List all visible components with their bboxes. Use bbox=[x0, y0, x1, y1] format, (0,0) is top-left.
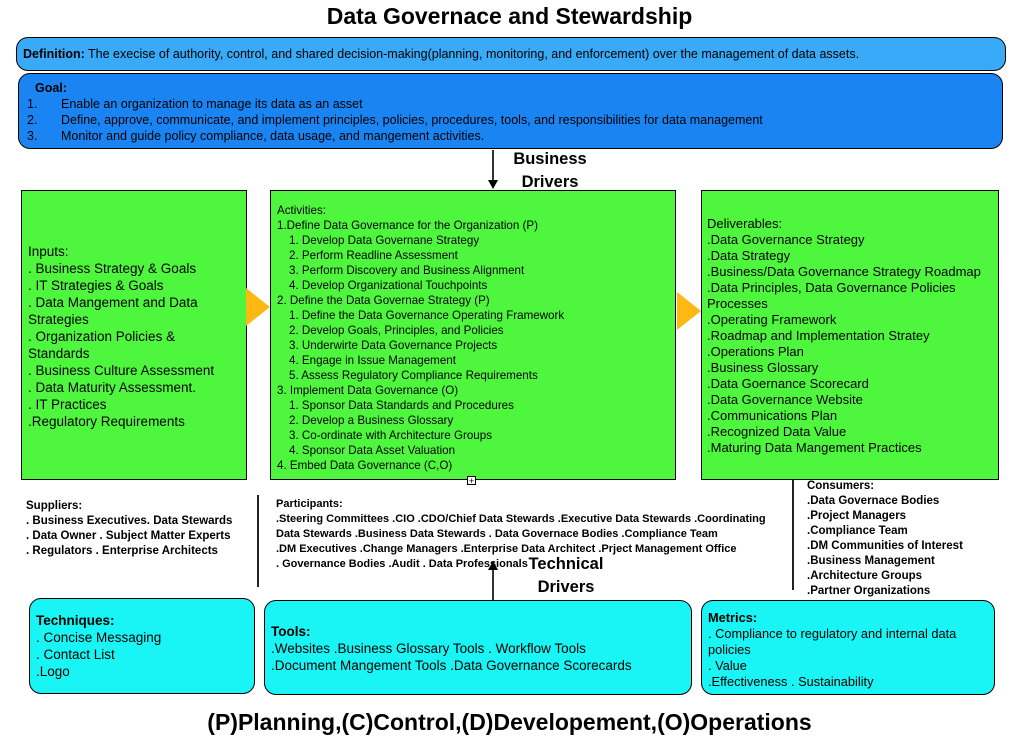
deliverables-item: .Business Glossary bbox=[707, 360, 819, 375]
activity-item: 1.Define Data Governance for the Organiz… bbox=[277, 219, 538, 232]
goal-item: 1. Enable an organization to manage its d… bbox=[27, 97, 363, 111]
deliverables-item: .Communications Plan bbox=[707, 408, 838, 423]
activity-subitem: 2. Develop Goals, Principles, and Polici… bbox=[289, 324, 504, 337]
consumers-item: .Compliance Team bbox=[807, 525, 908, 537]
consumers-list: .Data Governace Bodies .Project Managers.… bbox=[807, 494, 1007, 599]
activity-subitem: 1. Sponsor Data Standards and Procedures bbox=[289, 399, 514, 412]
activity-subitem: 4. Develop Organizational Touchpoints bbox=[289, 279, 488, 292]
activity-item: 2. Define the Data Governae Strategy (P) bbox=[277, 294, 490, 307]
deliverables-item: .Roadmap and Implementation Stratey bbox=[707, 328, 930, 343]
business-drivers-arrow bbox=[488, 150, 498, 189]
inputs-item: . IT Strategies & Goals bbox=[28, 278, 164, 293]
activity-subitem: 1. Define the Data Governance Operating … bbox=[289, 309, 565, 322]
metrics-box: Metrics: . Compliance to regulatory and … bbox=[701, 600, 995, 695]
definition-label: Definition: bbox=[23, 47, 85, 61]
inputs-item: . Data Maturity Assessment. bbox=[28, 380, 197, 395]
deliverables-item: .Data Strategy bbox=[707, 248, 791, 263]
deliverables-item: .Data Governance Website bbox=[707, 392, 863, 407]
deliverables-label: Deliverables: bbox=[707, 216, 783, 231]
inputs-list: . Business Strategy & Goals . IT Strategi… bbox=[28, 260, 240, 430]
metrics-line: . Compliance to regulatory and internal … bbox=[708, 626, 957, 657]
deliverables-item: .Recognized Data Value bbox=[707, 424, 847, 439]
activity-subitem: 2. Develop a Business Glossary bbox=[289, 414, 454, 427]
inputs-label: Inputs: bbox=[28, 244, 69, 259]
deliverables-box: Deliverables: .Data Governance Strategy.… bbox=[701, 190, 999, 480]
goal-item: 3. Monitor and guide policy compliance, d… bbox=[27, 129, 485, 143]
techniques-item: . Contact List bbox=[36, 647, 115, 662]
tools-label: Tools: bbox=[271, 624, 311, 639]
consumers-item: .Project Managers bbox=[807, 510, 907, 522]
activity-item: 3. Implement Data Governance (O) bbox=[277, 384, 459, 397]
deliverables-item: .Maturing Data Mangement Practices bbox=[707, 440, 922, 455]
consumers-item: .Data Governace Bodies bbox=[807, 495, 940, 507]
techniques-item: . Concise Messaging bbox=[36, 630, 162, 645]
deliverables-item: .Business/Data Governance Strategy Roadm… bbox=[707, 264, 981, 279]
metrics-line: .Effectiveness . Sustainability bbox=[708, 674, 874, 689]
metrics-line: . Value bbox=[708, 658, 747, 673]
suppliers-label: Suppliers: bbox=[26, 500, 83, 512]
technical-drivers-label: Technical Drivers bbox=[528, 555, 604, 596]
activity-subitem: 1. Develop Data Governane Strategy bbox=[289, 234, 480, 247]
consumers-item: .Architecture Groups bbox=[807, 570, 923, 582]
definition-text: The execise of authority, control, and s… bbox=[88, 47, 860, 61]
techniques-item: .Logo bbox=[36, 664, 70, 679]
suppliers-line: . Data Owner . Subject Matter Experts bbox=[26, 530, 231, 542]
goal-item: 2. Define, approve, communicate, and impl… bbox=[27, 113, 763, 127]
flow-arrow-icon bbox=[677, 292, 701, 330]
expand-icon[interactable]: + bbox=[467, 476, 476, 486]
activities-box: Activities: 1.Define Data Governance for… bbox=[270, 190, 676, 480]
activity-subitem: 3. Co-ordinate with Architecture Groups bbox=[289, 429, 492, 442]
technical-drivers-arrow bbox=[488, 561, 498, 600]
inputs-box: Inputs: . Business Strategy & Goals . IT … bbox=[21, 190, 247, 480]
divider bbox=[257, 495, 259, 587]
suppliers-line: . Regulators . Enterprise Architects bbox=[26, 545, 218, 557]
goal-label: Goal: bbox=[35, 81, 67, 95]
consumers-label: Consumers: bbox=[807, 480, 875, 492]
consumers-item: .Business Management bbox=[807, 555, 935, 567]
business-drivers-label: Business Drivers bbox=[513, 150, 587, 191]
tools-box: Tools: .Websites .Business Glossary Tool… bbox=[264, 600, 692, 695]
deliverables-item: .Data Governance Strategy bbox=[707, 232, 865, 247]
deliverables-list: .Data Governance Strategy .Data Strategy.… bbox=[707, 232, 993, 456]
inputs-item: . Business Culture Assessment bbox=[28, 363, 215, 378]
activity-subitem: 2. Perform Readline Assessment bbox=[289, 249, 458, 262]
participants-label: Participants: bbox=[276, 498, 343, 510]
metrics-label: Metrics: bbox=[708, 610, 758, 625]
consumers-item: .Partner Organizations bbox=[807, 585, 931, 597]
inputs-item: . Business Strategy & Goals bbox=[28, 261, 197, 276]
deliverables-item: .Operating Framework bbox=[707, 312, 837, 327]
tools-line: .Websites .Business Glossary Tools . Wor… bbox=[271, 641, 586, 656]
definition-box: Definition: The execise of authority, co… bbox=[16, 37, 1006, 71]
goal-box: Goal: 1. Enable an organization to manage… bbox=[18, 73, 1003, 149]
participants-line: .Steering Committees .CIO .CDO/Chief Dat… bbox=[276, 513, 766, 525]
suppliers-line: . Business Executives. Data Stewards bbox=[26, 515, 233, 527]
inputs-item: . Data Mangement and Data Strategies bbox=[28, 295, 198, 327]
suppliers-section: Suppliers: . Business Executives. Data S… bbox=[26, 499, 256, 559]
tools-line: .Document Mangement Tools .Data Governan… bbox=[271, 658, 632, 673]
activities-label: Activities: bbox=[277, 204, 326, 217]
activities-list: 1.Define Data Governance for the Organiz… bbox=[277, 218, 669, 473]
divider bbox=[792, 480, 794, 590]
activity-subitem: 3. Underwirte Data Governance Projects bbox=[289, 339, 498, 352]
deliverables-item: .Operations Plan bbox=[707, 344, 804, 359]
page-title: Data Governace and Stewardship bbox=[326, 3, 693, 29]
flow-arrow-icon bbox=[246, 288, 270, 326]
consumers-item: .DM Communities of Interest bbox=[807, 540, 963, 552]
activity-subitem: 3. Perform Discovery and Business Alignm… bbox=[289, 264, 525, 277]
activity-subitem: 4. Engage in Issue Management bbox=[289, 354, 456, 367]
deliverables-item: .Data Goernance Scorecard bbox=[707, 376, 869, 391]
inputs-item: .Regulatory Requirements bbox=[28, 414, 185, 429]
participants-line: Data Stewards .Business Data Stewards . … bbox=[276, 528, 718, 540]
activity-item: 4. Embed Data Governance (C,O) bbox=[277, 459, 453, 472]
deliverables-item: .Data Principles, Data Governance Polici… bbox=[707, 280, 956, 311]
techniques-label: Techniques: bbox=[36, 613, 115, 628]
activity-subitem: 5. Assess Regulatory Compliance Requirem… bbox=[289, 369, 538, 382]
activity-subitem: 4. Sponsor Data Asset Valuation bbox=[289, 444, 456, 457]
consumers-section: Consumers: .Data Governace Bodies .Projec… bbox=[807, 479, 1007, 599]
inputs-item: . Organization Policies & Standards bbox=[28, 329, 176, 361]
inputs-item: . IT Practices bbox=[28, 397, 107, 412]
legend-footer: (P)Planning,(C)Control,(D)Developement,(… bbox=[207, 709, 812, 735]
techniques-box: Techniques: . Concise Messaging . Contac… bbox=[29, 598, 255, 694]
